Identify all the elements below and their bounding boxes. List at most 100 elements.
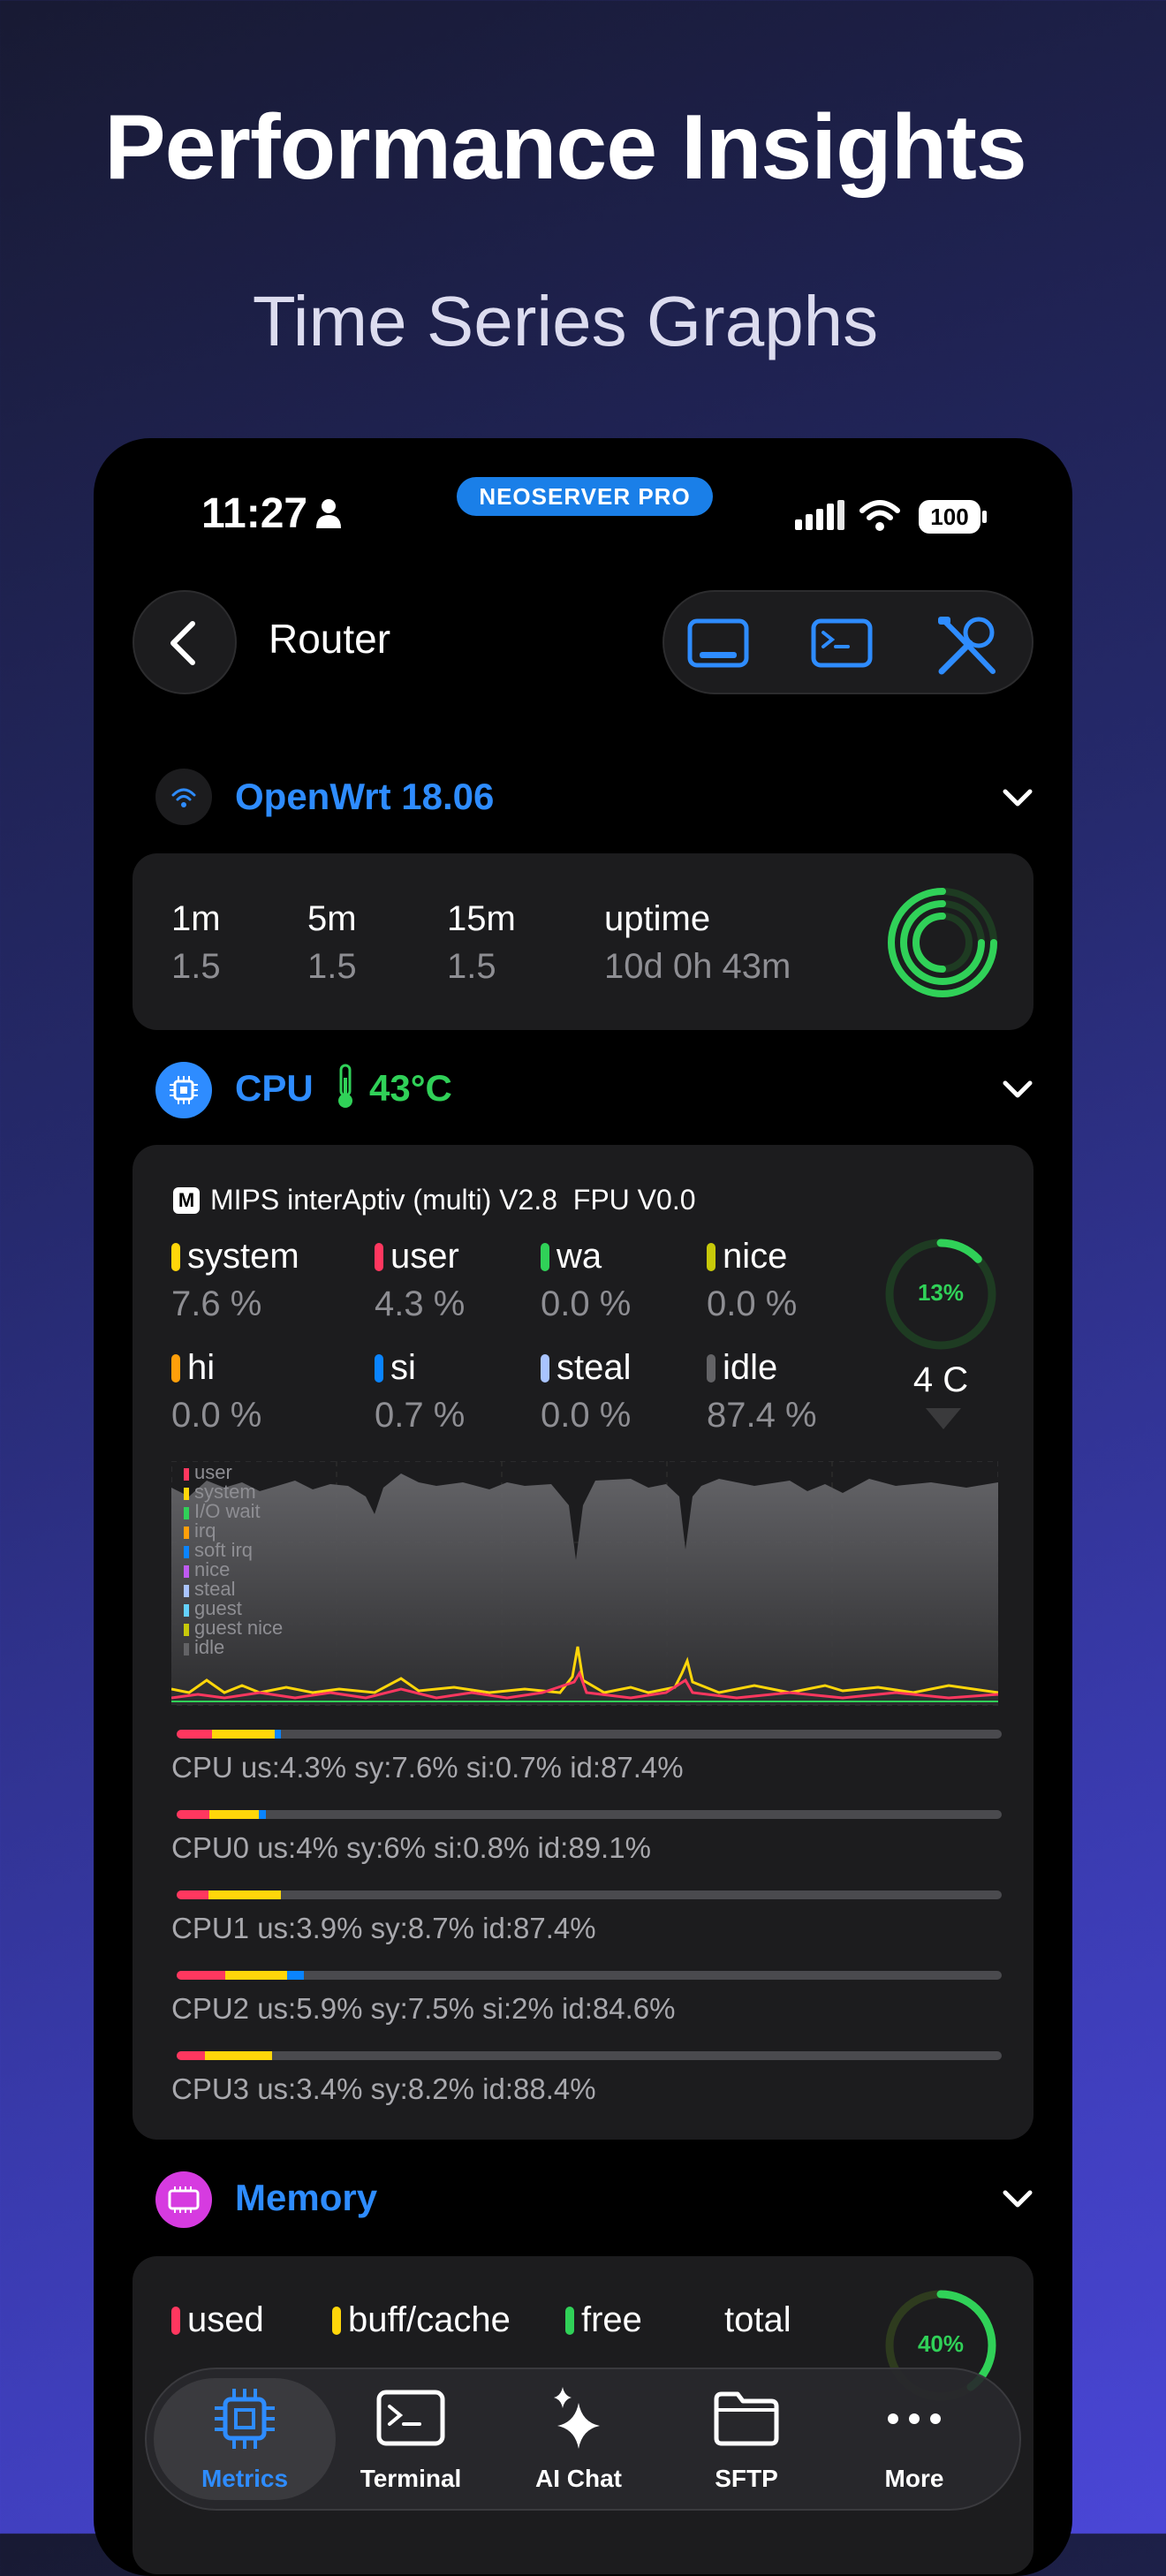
tab-terminal[interactable]: Terminal <box>327 2369 495 2512</box>
cpu-stat-label-text: wa <box>556 1237 602 1276</box>
folder-icon <box>714 2391 779 2446</box>
cpu-stat-value: 0.0 % <box>541 1396 632 1435</box>
cpu-stat-label: idle <box>707 1348 777 1388</box>
legend-item: irq <box>184 1521 283 1541</box>
tab-sftp-label: SFTP <box>715 2465 778 2492</box>
uptime-value: 10d 0h 43m <box>604 947 791 986</box>
cpu-stat-value: 0.0 % <box>707 1284 798 1323</box>
load-card: 1m 1.5 5m 1.5 15m 1.5 uptime 10d 0h 43m <box>132 853 1034 1030</box>
ellipsis-icon <box>888 2413 941 2424</box>
chip-icon <box>215 2389 275 2449</box>
color-marker <box>707 1354 716 1383</box>
tab-ai-chat[interactable]: AI Chat <box>495 2369 662 2512</box>
tab-more[interactable]: More <box>830 2369 998 2512</box>
chevron-down-icon[interactable] <box>1000 1072 1035 1108</box>
cpu-stat-value: 4.3 % <box>375 1284 466 1323</box>
cpu-time-series-graph <box>171 1461 998 1706</box>
tab-sftp[interactable]: SFTP <box>662 2369 830 2512</box>
chevron-down-icon[interactable] <box>1000 781 1035 816</box>
load-1m-label: 1m <box>171 899 221 938</box>
system-icon-badge <box>155 769 212 825</box>
bar-system-segment <box>212 1730 276 1739</box>
legend-item: guest <box>184 1599 283 1618</box>
cpu-stat-value: 7.6 % <box>171 1284 262 1323</box>
bar-user-segment <box>177 1971 226 1980</box>
legend-swatch <box>184 1468 189 1481</box>
cpu-usage-bar <box>177 1810 1002 1819</box>
legend-swatch <box>184 1546 189 1558</box>
cpu-stat-value: 87.4 % <box>707 1396 817 1435</box>
cpu-stat-label: system <box>171 1237 299 1277</box>
cpu-usage-bar <box>177 1890 1002 1899</box>
color-marker <box>171 1354 180 1383</box>
terminal-button[interactable] <box>811 613 873 675</box>
status-time: 11:27 <box>201 490 308 537</box>
bar-softirq-segment <box>259 1810 266 1819</box>
page-title: Router <box>269 616 391 662</box>
load-15m-label: 15m <box>447 899 516 938</box>
cpu-stat-label: wa <box>541 1237 602 1277</box>
color-marker <box>541 1243 549 1271</box>
battery-tip <box>982 511 987 523</box>
display-button[interactable] <box>687 613 749 675</box>
load-rings-gauge <box>888 888 997 997</box>
load-15m-value: 1.5 <box>447 947 496 986</box>
tab-metrics-label: Metrics <box>201 2465 289 2492</box>
cpu-stat-label: nice <box>707 1237 787 1277</box>
tab-more-label: More <box>884 2465 944 2492</box>
bar-softirq-segment <box>287 1971 304 1980</box>
chevron-down-icon[interactable] <box>1000 2182 1035 2217</box>
tab-metrics[interactable]: Metrics <box>161 2369 329 2512</box>
cpu-usage-text: CPU3 us:3.4% sy:8.2% id:88.4% <box>171 2072 596 2105</box>
legend-label: idle <box>194 1636 225 1658</box>
memory-stat-label: buff/cache <box>332 2300 511 2340</box>
bar-system-segment <box>204 2051 273 2060</box>
legend-item: I/O wait <box>184 1502 283 1521</box>
display-icon <box>687 618 749 668</box>
color-marker <box>565 2307 574 2335</box>
cpu-model: MIPS interAptiv (multi) V2.8 FPU V0.0 <box>210 1184 696 1216</box>
memory-stat-label-text: total <box>724 2300 791 2339</box>
cpu-icon-badge <box>155 1062 212 1118</box>
cpu-stat-label-text: steal <box>556 1348 632 1387</box>
cpu-model-badge: M <box>173 1187 200 1214</box>
tools-button[interactable] <box>935 613 1000 678</box>
terminal-icon <box>811 618 873 668</box>
legend-swatch <box>184 1624 189 1636</box>
cpu-stat-label-text: system <box>187 1237 299 1276</box>
promo-subheadline: Time Series Graphs <box>252 282 879 360</box>
memory-icon-badge <box>155 2171 212 2228</box>
legend-item: system <box>184 1482 283 1502</box>
bar-user-segment <box>177 1810 210 1819</box>
legend-item: soft irq <box>184 1541 283 1560</box>
cpu-stat-label: user <box>375 1237 459 1277</box>
back-button[interactable] <box>132 590 237 694</box>
cpu-section-title[interactable]: CPU <box>235 1067 314 1110</box>
cpu-usage-text: CPU1 us:3.9% sy:8.7% id:87.4% <box>171 1912 596 1944</box>
legend-item: nice <box>184 1560 283 1580</box>
color-marker <box>707 1243 716 1271</box>
cpu-temperature: 43°C <box>369 1067 452 1109</box>
legend-item: user <box>184 1463 283 1482</box>
legend-swatch <box>184 1565 189 1578</box>
header-toolbar <box>662 590 1034 694</box>
triangle-down-icon[interactable] <box>926 1408 961 1431</box>
cpu-usage-bar <box>177 2051 1002 2060</box>
cpu-stat-value: 0.0 % <box>541 1284 632 1323</box>
load-5m-label: 5m <box>307 899 357 938</box>
legend-swatch <box>184 1507 189 1519</box>
system-section-title[interactable]: OpenWrt 18.06 <box>235 776 494 818</box>
phone-screen: 11:27 NEOSERVER PRO 100 Router OpenWrt 1… <box>94 438 1072 2576</box>
memory-gauge-percent: 40% <box>917 2330 965 2357</box>
memory-stat-label: used <box>171 2300 264 2340</box>
cellular-signal-icon <box>795 500 844 530</box>
terminal-icon <box>376 2390 445 2446</box>
cpu-stat-label: hi <box>171 1348 215 1388</box>
cpu-gauge-percent: 13% <box>917 1279 965 1306</box>
cpu-stat-label-text: idle <box>723 1348 778 1387</box>
cpu-stat-value: 0.7 % <box>375 1396 466 1435</box>
bar-system-segment <box>208 1890 281 1899</box>
bar-system-segment <box>225 1971 288 1980</box>
memory-stat-label-text: free <box>581 2300 642 2339</box>
memory-section-title[interactable]: Memory <box>235 2177 377 2219</box>
